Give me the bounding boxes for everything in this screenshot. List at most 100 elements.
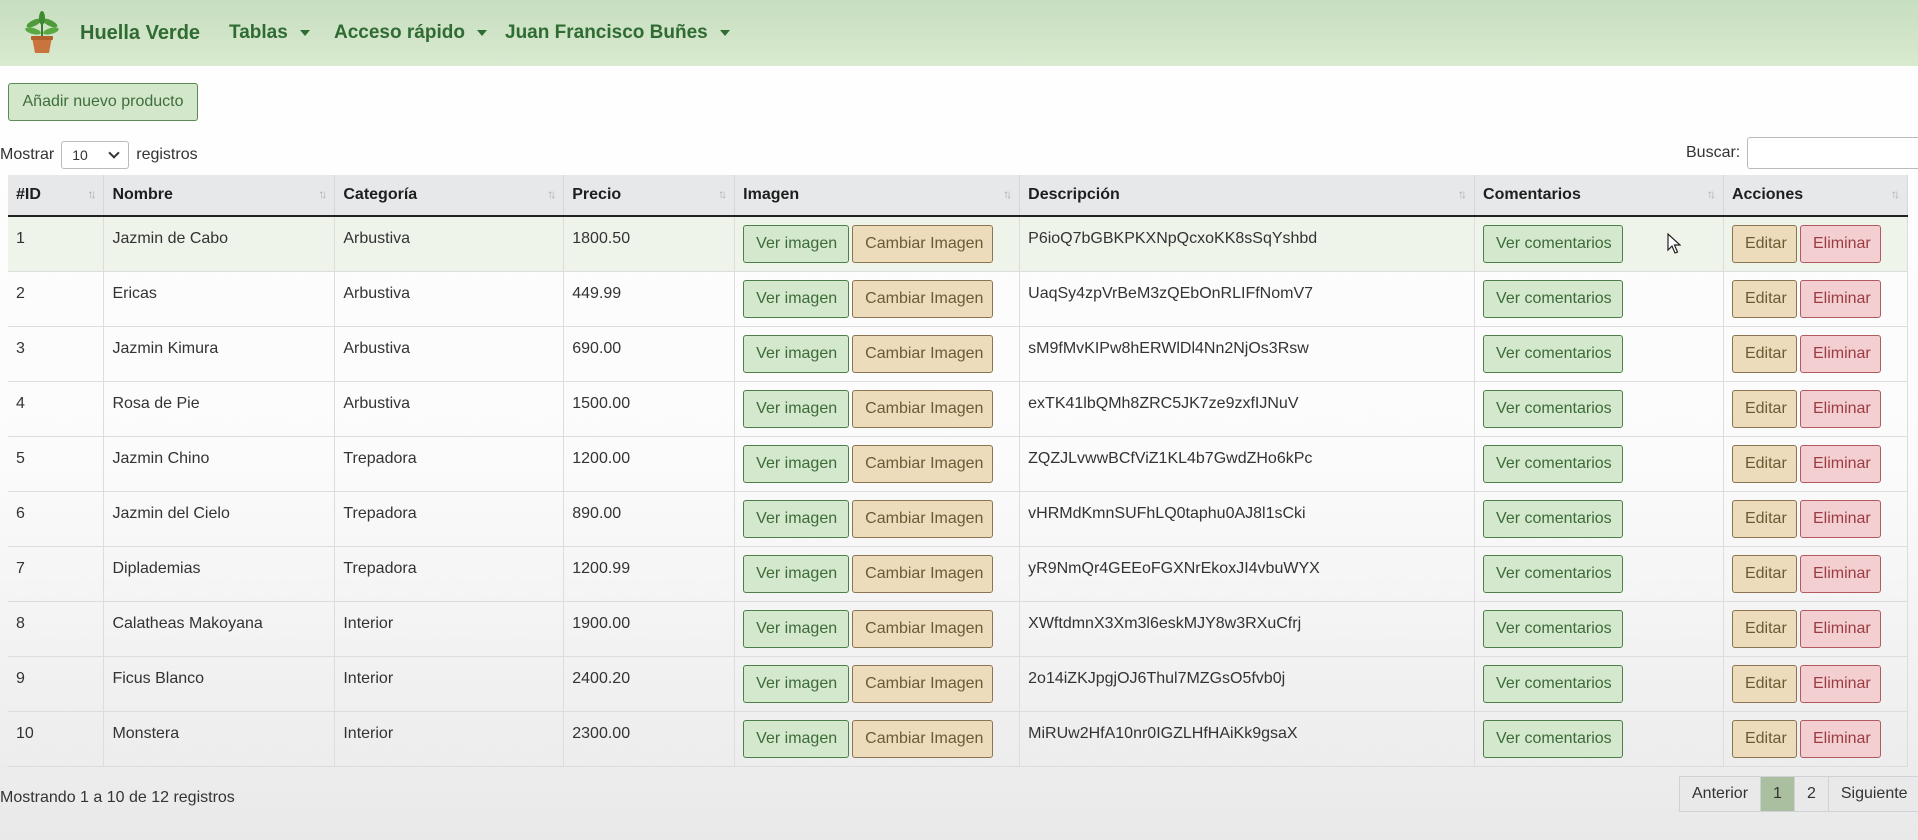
col-header-comentarios[interactable]: Comentarios ↑↓ <box>1474 175 1724 217</box>
cambiar-imagen-button[interactable]: Cambiar Imagen <box>852 444 994 483</box>
nav-acceso-label: Acceso rápido <box>334 22 465 43</box>
eliminar-button[interactable]: Eliminar <box>1799 499 1881 538</box>
cell-categoria: Arbustiva <box>334 326 565 382</box>
page-length-select[interactable]: 10 <box>61 141 130 169</box>
editar-button[interactable]: Editar <box>1731 444 1797 483</box>
ver-comentarios-button[interactable]: Ver comentarios <box>1483 664 1624 703</box>
cambiar-imagen-button[interactable]: Cambiar Imagen <box>852 225 994 263</box>
ver-imagen-button[interactable]: Ver imagen <box>743 664 850 703</box>
pagination-previous[interactable]: Anterior <box>1679 776 1762 812</box>
eliminar-button[interactable]: Eliminar <box>1799 225 1881 263</box>
ver-imagen-button[interactable]: Ver imagen <box>743 279 850 318</box>
cambiar-imagen-button[interactable]: Cambiar Imagen <box>852 719 994 758</box>
ver-comentarios-button[interactable]: Ver comentarios <box>1483 279 1624 318</box>
cambiar-imagen-button[interactable]: Cambiar Imagen <box>852 554 994 593</box>
chevron-down-icon <box>108 147 120 159</box>
ver-imagen-button[interactable]: Ver imagen <box>743 389 850 428</box>
cell-id: 4 <box>8 381 105 437</box>
pagination-page-1[interactable]: 1 <box>1760 776 1795 812</box>
cambiar-imagen-button[interactable]: Cambiar Imagen <box>852 389 994 428</box>
ver-comentarios-button[interactable]: Ver comentarios <box>1483 609 1624 648</box>
nav-user-dropdown[interactable]: Juan Francisco Buñes <box>505 22 730 44</box>
cell-acciones: Editar Eliminar <box>1723 436 1909 492</box>
ver-comentarios-button[interactable]: Ver comentarios <box>1483 444 1624 483</box>
cell-imagen: Ver imagen Cambiar Imagen <box>734 601 1021 657</box>
cell-precio: 449.99 <box>563 271 736 327</box>
cell-precio: 2400.20 <box>563 656 736 712</box>
pagination-next[interactable]: Siguiente <box>1827 776 1918 812</box>
editar-button[interactable]: Editar <box>1731 609 1797 648</box>
editar-button[interactable]: Editar <box>1731 225 1797 263</box>
ver-imagen-button[interactable]: Ver imagen <box>743 609 850 648</box>
nav-acceso-rapido-dropdown[interactable]: Acceso rápido <box>334 22 487 44</box>
cell-comentarios: Ver comentarios <box>1474 216 1724 272</box>
ver-comentarios-button[interactable]: Ver comentarios <box>1483 554 1624 593</box>
col-header-id[interactable]: #ID ↑↓ <box>8 175 105 217</box>
cell-id: 6 <box>8 491 105 547</box>
cell-descripcion: ZQZJLvwwBCfViZ1KL4b7GwdZHo6kPc <box>1019 436 1476 492</box>
editar-button[interactable]: Editar <box>1731 554 1797 593</box>
eliminar-button[interactable]: Eliminar <box>1799 664 1881 703</box>
cell-categoria: Trepadora <box>334 436 565 492</box>
table-row: 1 Jazmin de Cabo Arbustiva 1800.50 Ver image… <box>8 216 1909 272</box>
ver-comentarios-button[interactable]: Ver comentarios <box>1483 719 1624 758</box>
eliminar-button[interactable]: Eliminar <box>1799 334 1881 373</box>
col-header-label: Imagen <box>743 186 800 203</box>
sort-icon: ↑↓ <box>1003 187 1012 201</box>
ver-comentarios-button[interactable]: Ver comentarios <box>1483 499 1624 538</box>
editar-button[interactable]: Editar <box>1731 334 1797 373</box>
cell-descripcion: vHRMdKmnSUFhLQ0taphu0AJ8l1sCki <box>1019 491 1476 547</box>
brand[interactable]: Huella Verde <box>20 11 200 55</box>
eliminar-button[interactable]: Eliminar <box>1799 279 1881 318</box>
cell-precio: 1200.00 <box>563 436 736 492</box>
col-header-categoria[interactable]: Categoría ↑↓ <box>334 175 565 217</box>
editar-button[interactable]: Editar <box>1731 279 1797 318</box>
eliminar-button[interactable]: Eliminar <box>1799 389 1881 428</box>
editar-button[interactable]: Editar <box>1731 499 1797 538</box>
ver-imagen-button[interactable]: Ver imagen <box>743 554 850 593</box>
ver-imagen-button[interactable]: Ver imagen <box>743 444 850 483</box>
cambiar-imagen-button[interactable]: Cambiar Imagen <box>852 334 994 373</box>
sort-icon: ↑↓ <box>1891 187 1900 201</box>
editar-button[interactable]: Editar <box>1731 389 1797 428</box>
col-header-label: Comentarios <box>1483 186 1581 203</box>
ver-imagen-button[interactable]: Ver imagen <box>743 499 850 538</box>
cell-imagen: Ver imagen Cambiar Imagen <box>734 491 1021 547</box>
sort-icon: ↑↓ <box>718 187 727 201</box>
eliminar-button[interactable]: Eliminar <box>1799 719 1881 758</box>
pagination-page-2[interactable]: 2 <box>1793 776 1829 812</box>
ver-comentarios-button[interactable]: Ver comentarios <box>1483 334 1624 373</box>
cell-precio: 1500.00 <box>563 381 736 437</box>
cell-categoria: Interior <box>334 601 565 657</box>
add-product-button[interactable]: Añadir nuevo producto <box>8 83 198 121</box>
table-header-row: #ID ↑↓ Nombre ↑↓ Categoría ↑↓ Precio ↑↓ Imag… <box>8 175 1909 217</box>
nav-tablas-dropdown[interactable]: Tablas <box>229 22 310 44</box>
search-input[interactable] <box>1747 137 1918 169</box>
cambiar-imagen-button[interactable]: Cambiar Imagen <box>852 499 994 538</box>
sort-icon: ↑↓ <box>87 187 96 201</box>
cell-imagen: Ver imagen Cambiar Imagen <box>734 326 1021 382</box>
eliminar-button[interactable]: Eliminar <box>1799 554 1881 593</box>
cambiar-imagen-button[interactable]: Cambiar Imagen <box>852 609 994 648</box>
col-header-precio[interactable]: Precio ↑↓ <box>563 175 736 217</box>
col-header-imagen[interactable]: Imagen ↑↓ <box>734 175 1021 217</box>
cell-id: 2 <box>8 271 105 327</box>
col-header-acciones[interactable]: Acciones ↑↓ <box>1723 175 1909 217</box>
ver-imagen-button[interactable]: Ver imagen <box>743 334 850 373</box>
editar-button[interactable]: Editar <box>1731 664 1797 703</box>
cambiar-imagen-button[interactable]: Cambiar Imagen <box>852 664 994 703</box>
ver-comentarios-button[interactable]: Ver comentarios <box>1483 225 1624 263</box>
cambiar-imagen-button[interactable]: Cambiar Imagen <box>852 279 994 318</box>
ver-imagen-button[interactable]: Ver imagen <box>743 719 850 758</box>
ver-comentarios-button[interactable]: Ver comentarios <box>1483 389 1624 428</box>
col-header-nombre[interactable]: Nombre ↑↓ <box>103 175 336 217</box>
col-header-descripcion[interactable]: Descripción ↑↓ <box>1019 175 1476 217</box>
ver-imagen-button[interactable]: Ver imagen <box>743 225 850 263</box>
editar-button[interactable]: Editar <box>1731 719 1797 758</box>
cell-categoria: Arbustiva <box>334 216 565 272</box>
sort-icon: ↑↓ <box>547 187 556 201</box>
eliminar-button[interactable]: Eliminar <box>1799 609 1881 648</box>
length-suffix: registros <box>136 146 198 163</box>
eliminar-button[interactable]: Eliminar <box>1799 444 1881 483</box>
table-row: 3 Jazmin Kimura Arbustiva 690.00 Ver imagen C… <box>8 326 1909 382</box>
